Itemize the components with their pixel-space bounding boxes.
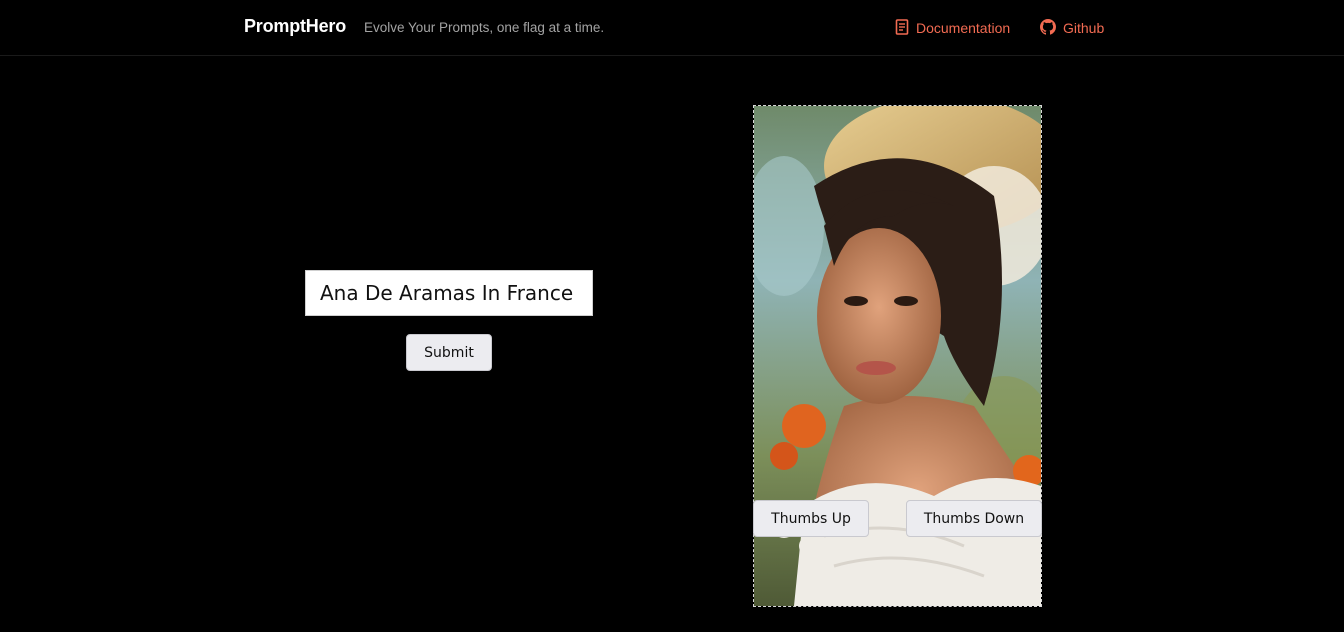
- thumbs-down-button[interactable]: Thumbs Down: [906, 500, 1042, 537]
- submit-button[interactable]: Submit: [406, 334, 492, 371]
- github-icon: [1040, 18, 1063, 38]
- brand-logo[interactable]: PromptHero: [244, 16, 346, 37]
- nav-documentation-link[interactable]: Documentation: [895, 18, 1010, 38]
- prompt-input[interactable]: [305, 270, 593, 316]
- tagline: Evolve Your Prompts, one flag at a time.: [364, 20, 605, 35]
- nav-github-label: Github: [1063, 20, 1105, 36]
- document-icon: [895, 18, 916, 38]
- nav-documentation-label: Documentation: [916, 20, 1011, 36]
- top-navbar: PromptHero Evolve Your Prompts, one flag…: [0, 0, 1344, 56]
- thumbs-up-button[interactable]: Thumbs Up: [753, 500, 869, 537]
- nav-github-link[interactable]: Github: [1040, 18, 1104, 38]
